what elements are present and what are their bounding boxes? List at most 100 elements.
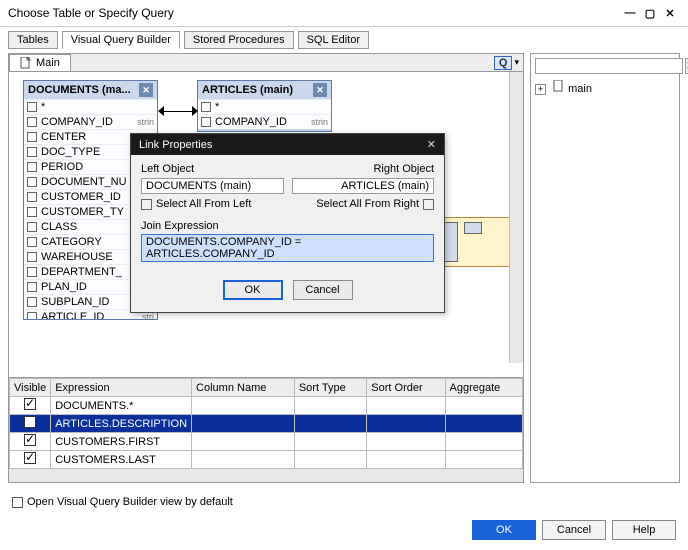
checkbox-icon[interactable] bbox=[27, 237, 37, 247]
col-sort-order[interactable]: Sort Order bbox=[367, 379, 445, 397]
entity-articles[interactable]: ARTICLES (main) ✕ *COMPANY_IDstrin bbox=[197, 80, 332, 132]
table-row[interactable]: CUSTOMERS.LAST bbox=[10, 451, 523, 469]
right-pane: ✕ + main bbox=[530, 53, 680, 483]
sort-order-cell[interactable] bbox=[367, 451, 445, 469]
checkbox-icon[interactable] bbox=[27, 117, 37, 127]
dialog-cancel-button[interactable]: Cancel bbox=[293, 280, 353, 300]
checkbox-icon[interactable] bbox=[27, 147, 37, 157]
checkbox-icon[interactable] bbox=[27, 282, 37, 292]
top-tabs: Tables Visual Query Builder Stored Proce… bbox=[0, 27, 688, 53]
page-icon bbox=[553, 80, 565, 92]
col-sort-type[interactable]: Sort Type bbox=[294, 379, 366, 397]
column-name-cell[interactable] bbox=[192, 433, 295, 451]
checkbox-icon[interactable] bbox=[12, 497, 23, 508]
aggregate-cell[interactable] bbox=[445, 433, 522, 451]
checkbox-icon[interactable] bbox=[24, 416, 36, 428]
col-expression[interactable]: Expression bbox=[51, 379, 192, 397]
open-vqb-default-option[interactable]: Open Visual Query Builder view by defaul… bbox=[12, 496, 233, 508]
checkbox-icon[interactable] bbox=[27, 177, 37, 187]
checkbox-icon[interactable] bbox=[27, 297, 37, 307]
close-icon[interactable]: ✕ bbox=[660, 7, 680, 20]
chevron-down-icon[interactable]: ▾ bbox=[514, 57, 519, 68]
table-row[interactable]: ARTICLES.DESCRIPTION bbox=[10, 415, 523, 433]
checkbox-icon[interactable] bbox=[27, 102, 37, 112]
field-row[interactable]: * bbox=[198, 99, 331, 114]
ok-button[interactable]: OK bbox=[472, 520, 536, 540]
aggregate-cell[interactable] bbox=[445, 397, 522, 415]
sort-type-cell[interactable] bbox=[294, 433, 366, 451]
checkbox-icon[interactable] bbox=[24, 434, 36, 446]
aggregate-cell[interactable] bbox=[445, 415, 522, 433]
sort-type-cell[interactable] bbox=[294, 451, 366, 469]
field-row[interactable]: COMPANY_IDstrin bbox=[24, 114, 157, 129]
link-line[interactable] bbox=[160, 108, 196, 116]
dialog-titlebar[interactable]: Link Properties ✕ bbox=[131, 134, 444, 155]
query-button[interactable]: Q bbox=[494, 56, 513, 70]
expression-cell[interactable]: DOCUMENTS.* bbox=[51, 397, 192, 415]
search-input[interactable] bbox=[535, 58, 683, 74]
sort-type-cell[interactable] bbox=[294, 415, 366, 433]
sort-order-cell[interactable] bbox=[367, 433, 445, 451]
subtab-main[interactable]: Main bbox=[9, 54, 71, 71]
select-all-right[interactable]: Select All From Right bbox=[292, 198, 435, 210]
entity-documents-title: DOCUMENTS (ma... bbox=[28, 84, 131, 96]
tab-tables[interactable]: Tables bbox=[8, 31, 58, 49]
column-name-cell[interactable] bbox=[192, 397, 295, 415]
col-column-name[interactable]: Column Name bbox=[192, 379, 295, 397]
dialog-footer: OK Cancel Help bbox=[472, 520, 676, 540]
expression-cell[interactable]: CUSTOMERS.FIRST bbox=[51, 433, 192, 451]
expression-cell[interactable]: CUSTOMERS.LAST bbox=[51, 451, 192, 469]
help-button[interactable]: Help bbox=[612, 520, 676, 540]
entity-close-icon[interactable]: ✕ bbox=[313, 83, 327, 97]
scrollbar-horizontal[interactable] bbox=[9, 468, 523, 482]
minimap[interactable] bbox=[435, 217, 515, 267]
field-row[interactable]: COMPANY_IDstrin bbox=[198, 114, 331, 129]
checkbox-icon[interactable] bbox=[24, 452, 36, 464]
aggregate-cell[interactable] bbox=[445, 451, 522, 469]
field-type: stri bbox=[142, 312, 154, 319]
col-aggregate[interactable]: Aggregate bbox=[445, 379, 522, 397]
maximize-icon[interactable]: ▢ bbox=[640, 7, 660, 20]
entity-close-icon[interactable]: ✕ bbox=[139, 83, 153, 97]
checkbox-icon[interactable] bbox=[27, 192, 37, 202]
checkbox-icon[interactable] bbox=[141, 199, 152, 210]
visible-cell[interactable] bbox=[10, 433, 51, 451]
column-name-cell[interactable] bbox=[192, 451, 295, 469]
tab-visual-query-builder[interactable]: Visual Query Builder bbox=[62, 31, 180, 49]
dialog-close-icon[interactable]: ✕ bbox=[427, 138, 436, 151]
table-row[interactable]: CUSTOMERS.FIRST bbox=[10, 433, 523, 451]
dialog-ok-button[interactable]: OK bbox=[223, 280, 283, 300]
expression-cell[interactable]: ARTICLES.DESCRIPTION bbox=[51, 415, 192, 433]
checkbox-icon[interactable] bbox=[201, 117, 211, 127]
expand-icon[interactable]: + bbox=[535, 84, 546, 95]
cancel-button[interactable]: Cancel bbox=[542, 520, 606, 540]
visible-cell[interactable] bbox=[10, 397, 51, 415]
checkbox-icon[interactable] bbox=[27, 252, 37, 262]
visible-cell[interactable] bbox=[10, 415, 51, 433]
join-expression-input[interactable]: DOCUMENTS.COMPANY_ID = ARTICLES.COMPANY_… bbox=[141, 234, 434, 262]
tab-sql-editor[interactable]: SQL Editor bbox=[298, 31, 369, 49]
checkbox-icon[interactable] bbox=[27, 207, 37, 217]
table-row[interactable]: DOCUMENTS.* bbox=[10, 397, 523, 415]
tab-stored-procedures[interactable]: Stored Procedures bbox=[184, 31, 294, 49]
field-type: strin bbox=[137, 117, 154, 127]
select-all-left[interactable]: Select All From Left bbox=[141, 198, 284, 210]
visible-cell[interactable] bbox=[10, 451, 51, 469]
tree-node-main[interactable]: + main bbox=[535, 78, 675, 97]
checkbox-icon[interactable] bbox=[201, 102, 211, 112]
field-row[interactable]: * bbox=[24, 99, 157, 114]
checkbox-icon[interactable] bbox=[27, 267, 37, 277]
checkbox-icon[interactable] bbox=[27, 312, 37, 319]
scrollbar-vertical[interactable] bbox=[509, 72, 523, 363]
checkbox-icon[interactable] bbox=[24, 398, 36, 410]
sort-type-cell[interactable] bbox=[294, 397, 366, 415]
checkbox-icon[interactable] bbox=[423, 199, 434, 210]
sort-order-cell[interactable] bbox=[367, 397, 445, 415]
column-name-cell[interactable] bbox=[192, 415, 295, 433]
checkbox-icon[interactable] bbox=[27, 132, 37, 142]
checkbox-icon[interactable] bbox=[27, 162, 37, 172]
checkbox-icon[interactable] bbox=[27, 222, 37, 232]
sort-order-cell[interactable] bbox=[367, 415, 445, 433]
minimize-icon[interactable]: — bbox=[620, 7, 640, 19]
col-visible[interactable]: Visible bbox=[10, 379, 51, 397]
